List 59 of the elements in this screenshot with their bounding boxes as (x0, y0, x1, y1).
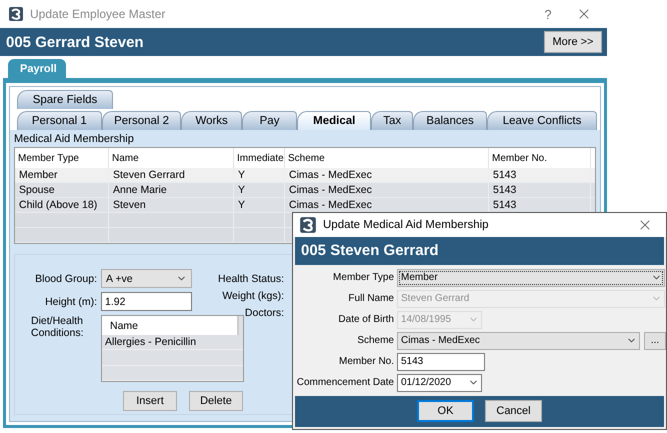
field-label: Diet/Health Conditions: (30, 315, 85, 341)
field-label: Height (m): (44, 296, 97, 308)
delete-button[interactable]: Delete (189, 391, 243, 411)
tab[interactable]: Medical (297, 111, 372, 130)
tab[interactable]: Personal 2 (102, 111, 182, 130)
select-field[interactable]: Cimas - MedExec (397, 332, 640, 350)
table-cell: 5143 (489, 168, 591, 182)
dialog-title: Update Medical Aid Membership (323, 218, 490, 231)
field-label: Weight (kgs): (222, 290, 284, 302)
table-cell: Anne Marie (109, 183, 234, 197)
field-label: Doctors: (244, 307, 284, 319)
more-button[interactable]: More >> (544, 31, 602, 53)
table-cell: Child (Above 18) (15, 198, 109, 212)
browse-button[interactable]: ... (644, 332, 666, 350)
tab[interactable]: Balances (413, 111, 488, 130)
member-title: 005 Steven Gerrard (301, 242, 439, 260)
table-cell: Y (234, 168, 285, 182)
date-field[interactable]: 01/12/2020 (397, 374, 482, 392)
group-title: Medical Aid Membership (13, 132, 135, 147)
window-title: Update Employee Master (30, 7, 166, 21)
help-button[interactable]: ? (533, 6, 563, 22)
tab[interactable]: Personal 1 (17, 111, 102, 130)
blood-group-select[interactable]: A +ve (101, 269, 192, 288)
field-label: Health Status: (218, 273, 284, 285)
table-cell: Steven (109, 198, 234, 212)
table-cell: Member (15, 168, 109, 182)
table-cell: Cimas - MedExec (285, 168, 489, 182)
table-cell: Y (234, 198, 285, 212)
height-field[interactable]: 1.92 (101, 292, 192, 311)
column-header: Name (102, 316, 239, 336)
field-label: Blood Group: (34, 272, 97, 284)
table-row[interactable]: Member Steven Gerrard Y Cimas - MedExec 5143 (15, 168, 595, 183)
table-cell: 5143 (489, 183, 591, 197)
table-row[interactable]: Spouse Anne Marie Y Cimas - MedExec 5143 (15, 183, 595, 198)
insert-button[interactable]: Insert (123, 391, 177, 411)
field-label: Scheme (356, 335, 394, 346)
field-label: Date of Birth (337, 314, 394, 326)
tab[interactable]: Spare Fields (17, 90, 113, 109)
tab[interactable]: Leave Conflicts (487, 111, 597, 130)
list-item[interactable]: Allergies - Penicillin (102, 335, 243, 350)
input-field[interactable]: 5143 (397, 352, 485, 371)
ok-button[interactable]: OK (417, 400, 474, 422)
app-logo-icon (299, 216, 317, 234)
employee-title: 005 Gerrard Steven (6, 34, 144, 50)
table-cell: Cimas - MedExec (285, 183, 489, 197)
table-row[interactable]: Child (Above 18) Steven Y Cimas - MedExec 5143 (15, 198, 595, 213)
field-label: Member No. (338, 356, 394, 368)
tab[interactable]: Works (181, 111, 242, 130)
field-label: Commencement Date (296, 377, 394, 388)
table-cell: Steven Gerrard (109, 168, 234, 182)
tab[interactable]: Tax (371, 111, 414, 130)
select-field[interactable]: Member (397, 268, 665, 287)
table-cell: Spouse (15, 183, 109, 197)
app-logo-icon (8, 6, 24, 22)
cancel-button[interactable]: Cancel (485, 400, 542, 422)
tab[interactable]: Pay (242, 111, 298, 130)
field-label: Member Type (332, 272, 394, 284)
table-cell: Y (234, 183, 285, 197)
field-label: Full Name (347, 293, 394, 304)
